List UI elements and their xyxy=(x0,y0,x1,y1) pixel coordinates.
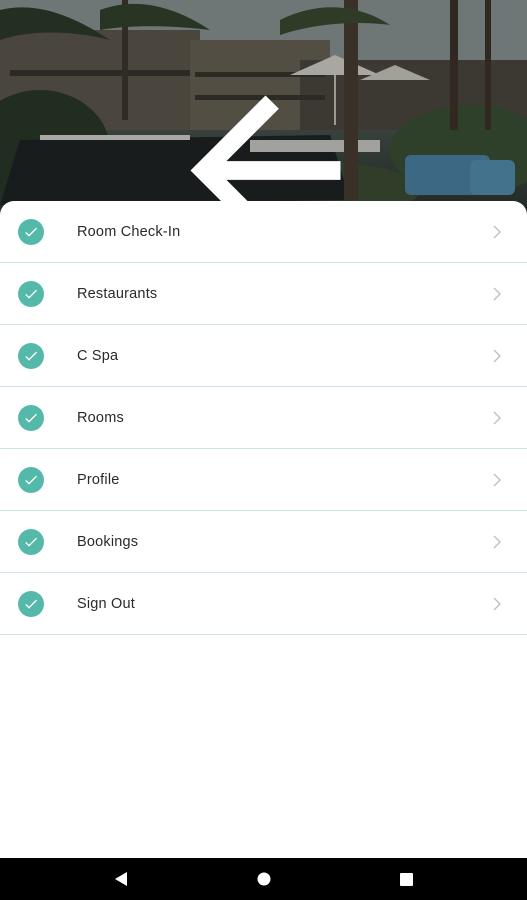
menu-item-sign-out[interactable]: Sign Out xyxy=(0,573,527,635)
system-nav-bar xyxy=(0,858,527,900)
menu-item-restaurants[interactable]: Restaurants xyxy=(0,263,527,325)
chevron-right-icon xyxy=(493,597,501,610)
menu-item-label: Sign Out xyxy=(77,595,136,612)
chevron-right-icon xyxy=(493,349,501,362)
check-circle-icon xyxy=(18,404,44,431)
menu-item-label: Restaurants xyxy=(77,285,158,302)
check-circle-icon xyxy=(18,466,44,493)
menu-list: Room Check-In Restaurants C Spa Rooms Pr… xyxy=(0,201,527,635)
menu-item-room-check-in[interactable]: Room Check-In xyxy=(0,201,527,263)
menu-item-label: Bookings xyxy=(77,533,139,550)
menu-item-c-spa[interactable]: C Spa xyxy=(0,325,527,387)
menu-item-label: Room Check-In xyxy=(77,223,181,240)
check-circle-icon xyxy=(18,590,44,617)
chevron-right-icon xyxy=(493,411,501,424)
menu-card: Room Check-In Restaurants C Spa Rooms Pr… xyxy=(0,201,527,858)
chevron-right-icon xyxy=(493,287,501,300)
nav-recents-button[interactable] xyxy=(376,858,436,900)
back-button[interactable] xyxy=(2,58,341,225)
menu-item-profile[interactable]: Profile xyxy=(0,449,527,511)
check-circle-icon xyxy=(18,218,44,245)
nav-back-button[interactable] xyxy=(91,858,151,900)
chevron-right-icon xyxy=(493,473,501,486)
menu-item-label: Rooms xyxy=(77,409,124,426)
chevron-right-icon xyxy=(493,225,501,238)
check-circle-icon xyxy=(18,528,44,555)
nav-home-button[interactable] xyxy=(234,858,294,900)
check-circle-icon xyxy=(18,280,44,307)
home-circle-icon xyxy=(257,872,271,886)
chevron-right-icon xyxy=(493,535,501,548)
recents-square-icon xyxy=(399,872,413,886)
back-triangle-icon xyxy=(115,872,127,886)
menu-item-label: Profile xyxy=(77,471,120,488)
menu-item-bookings[interactable]: Bookings xyxy=(0,511,527,573)
menu-item-label: C Spa xyxy=(77,347,119,364)
check-circle-icon xyxy=(18,342,44,369)
header-photo xyxy=(0,0,527,225)
arrow-left-icon xyxy=(190,95,341,225)
menu-item-rooms[interactable]: Rooms xyxy=(0,387,527,449)
